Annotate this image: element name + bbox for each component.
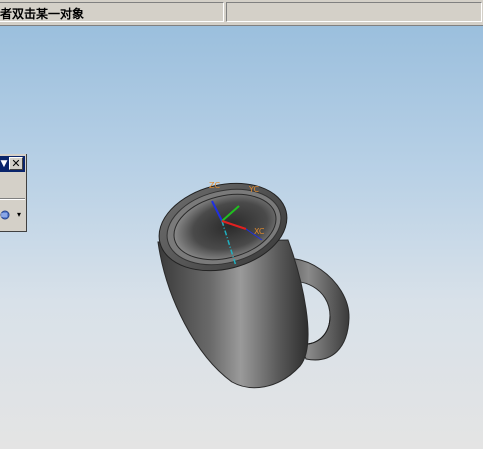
mug-model[interactable]: ZC YC XC [0,26,483,449]
status-prompt-text: 者双击某一对象 [0,7,85,21]
close-icon[interactable]: ✕ [9,157,23,170]
status-bar: 者双击某一对象 [0,0,483,26]
yc-label: YC [248,185,259,194]
floating-toolbar: ▼ ✕ ▾ [0,154,27,232]
toolbar-dropdown-arrow[interactable]: ▾ [15,206,23,224]
zc-label: ZC [209,181,220,190]
status-prompt-pane: 者双击某一对象 [0,2,224,22]
toolbar-separator [0,198,25,200]
status-secondary-pane [226,2,482,22]
chevron-down-icon[interactable]: ▼ [0,156,8,172]
graphics-viewport[interactable]: ZC YC XC ▼ ✕ ▾ [0,26,483,449]
xc-label: XC [254,227,265,236]
toolbar-titlebar[interactable]: ▼ ✕ [0,156,25,172]
render-style-icon[interactable] [0,206,12,224]
